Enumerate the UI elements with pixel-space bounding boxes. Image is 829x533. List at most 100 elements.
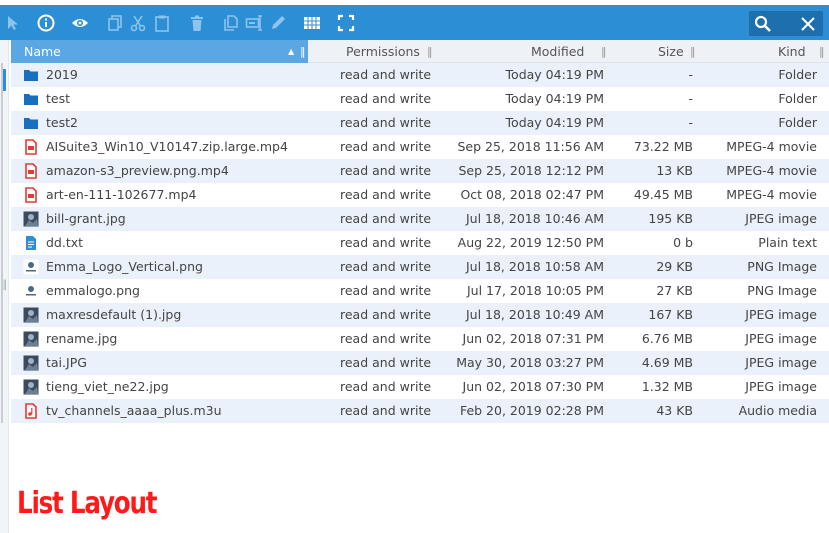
file-kind: Folder [778, 91, 817, 106]
file-size: 1.32 MB [641, 379, 693, 394]
row-edge-marker [1, 303, 3, 327]
file-modified: Jul 18, 2018 10:58 AM [465, 259, 604, 274]
row-edge-marker [1, 135, 3, 159]
column-header-permissions[interactable]: Permissions ‖ [346, 40, 436, 63]
table-row[interactable]: rename.jpg read and write Jun 02, 2018 07:… [1, 327, 829, 351]
delete-icon[interactable] [186, 12, 208, 34]
table-row[interactable]: bill-grant.jpg read and write Jul 18, 2018… [1, 207, 829, 231]
search-input[interactable] [775, 13, 797, 33]
column-resize-handle[interactable]: ‖ [690, 40, 696, 63]
table-row[interactable]: tv_channels_aaaa_plus.m3u read and write F… [1, 399, 829, 423]
paste-icon[interactable] [151, 12, 173, 34]
table-row[interactable]: dd.txt read and write Aug 22, 2019 12:50 P… [1, 231, 829, 255]
file-name: rename.jpg [46, 331, 118, 346]
file-name: maxresdefault (1).jpg [46, 307, 182, 322]
fullscreen-icon[interactable] [335, 12, 357, 34]
column-resize-handle[interactable]: ‖ [819, 40, 825, 63]
column-header-name[interactable]: Name ▲ ‖ [11, 40, 308, 63]
file-kind: JPEG image [745, 379, 817, 394]
file-modified: Sep 25, 2018 11:56 AM [457, 139, 604, 154]
edit-icon[interactable] [267, 12, 289, 34]
row-edge-marker [1, 159, 3, 183]
file-kind: JPEG image [745, 355, 817, 370]
file-size: 27 KB [656, 283, 693, 298]
table-row[interactable]: Emma_Logo_Vertical.png read and write Jul … [1, 255, 829, 279]
file-kind: JPEG image [745, 211, 817, 226]
preview-icon[interactable] [69, 12, 91, 34]
row-edge-marker [1, 111, 3, 135]
file-kind: Folder [778, 115, 817, 130]
file-permissions: read and write [340, 355, 432, 370]
table-row[interactable]: emmalogo.png read and write Jul 17, 2018 1… [1, 279, 829, 303]
file-name: dd.txt [46, 235, 84, 250]
text-file-icon [23, 235, 39, 251]
file-kind: PNG Image [747, 259, 817, 274]
info-icon[interactable] [35, 12, 57, 34]
file-size: 29 KB [656, 259, 693, 274]
file-size: 4.69 MB [641, 355, 693, 370]
file-name: AISuite3_Win10_V10147.zip.large.mp4 [46, 139, 288, 154]
row-edge-marker [1, 231, 3, 255]
column-header-kind-label: Kind [778, 44, 806, 59]
column-resize-handle[interactable]: ‖ [300, 40, 306, 63]
file-modified: Jul 18, 2018 10:49 AM [465, 307, 604, 322]
toolbar [0, 5, 829, 40]
close-icon[interactable] [799, 15, 817, 33]
column-header-kind[interactable]: Kind ‖ [778, 40, 828, 63]
file-modified: Sep 25, 2018 12:12 PM [458, 163, 605, 178]
file-modified: Feb 20, 2019 02:28 PM [459, 403, 604, 418]
file-name: Emma_Logo_Vertical.png [46, 259, 203, 274]
table-row[interactable]: maxresdefault (1).jpg read and write Jul 1… [1, 303, 829, 327]
table-row[interactable]: tieng_viet_ne22.jpg read and write Jun 02,… [1, 375, 829, 399]
file-kind: MPEG-4 movie [726, 163, 817, 178]
folder-icon [23, 91, 39, 107]
file-kind: Plain text [758, 235, 817, 250]
file-name: tv_channels_aaaa_plus.m3u [46, 403, 222, 418]
file-permissions: read and write [340, 67, 432, 82]
audio-file-icon [23, 403, 39, 419]
logo-thumbnail-icon [23, 283, 39, 299]
file-modified: May 30, 2018 03:27 PM [456, 355, 604, 370]
rename-icon[interactable] [243, 12, 265, 34]
image-thumbnail-icon [23, 211, 39, 227]
file-size: - [688, 91, 693, 106]
table-row[interactable]: tai.JPG read and write May 30, 2018 03:27 … [1, 351, 829, 375]
duplicate-icon[interactable] [220, 12, 242, 34]
file-permissions: read and write [340, 163, 432, 178]
column-header-modified[interactable]: Modified ‖ [531, 40, 611, 63]
file-modified: Jul 17, 2018 10:05 PM [466, 283, 604, 298]
row-edge-marker [1, 351, 3, 375]
file-size: 0 b [673, 235, 693, 250]
table-row[interactable]: amazon-s3_preview.png.mp4 read and write S… [1, 159, 829, 183]
file-modified: Aug 22, 2019 12:50 PM [457, 235, 604, 250]
file-list: 2019 read and write Today 04:19 PM - Folder t… [1, 63, 829, 423]
file-permissions: read and write [340, 235, 432, 250]
file-modified: Today 04:19 PM [505, 115, 604, 130]
logo-thumbnail-icon [23, 259, 39, 275]
table-row[interactable]: 2019 read and write Today 04:19 PM - Folder [1, 63, 829, 87]
file-name: 2019 [46, 67, 78, 82]
column-header-name-label: Name [24, 44, 61, 59]
table-row[interactable]: test read and write Today 04:19 PM - Folder [1, 87, 829, 111]
row-edge-marker [1, 327, 3, 351]
table-row[interactable]: art-en-111-102677.mp4 read and write Oct 0… [1, 183, 829, 207]
view-grid-icon[interactable] [301, 12, 323, 34]
column-resize-handle[interactable]: ‖ [427, 40, 433, 63]
file-modified: Today 04:19 PM [505, 91, 604, 106]
file-modified: Today 04:19 PM [505, 67, 604, 82]
row-edge-marker [1, 375, 3, 399]
column-header-size[interactable]: Size ‖ [658, 40, 698, 63]
select-icon[interactable] [2, 12, 24, 34]
row-edge-marker [1, 279, 3, 303]
table-row[interactable]: test2 read and write Today 04:19 PM - Folder [1, 111, 829, 135]
column-header: Name ▲ ‖ Permissions ‖ Modified ‖ Size ‖… [11, 40, 829, 63]
file-kind: JPEG image [745, 307, 817, 322]
table-row[interactable]: AISuite3_Win10_V10147.zip.large.mp4 read … [1, 135, 829, 159]
copy-icon[interactable] [104, 12, 126, 34]
video-file-icon [23, 187, 39, 203]
file-modified: Jun 02, 2018 07:31 PM [462, 331, 604, 346]
search-box[interactable] [749, 11, 823, 36]
column-resize-handle[interactable]: ‖ [601, 40, 607, 63]
cut-icon[interactable] [127, 12, 149, 34]
search-icon[interactable] [753, 14, 773, 34]
